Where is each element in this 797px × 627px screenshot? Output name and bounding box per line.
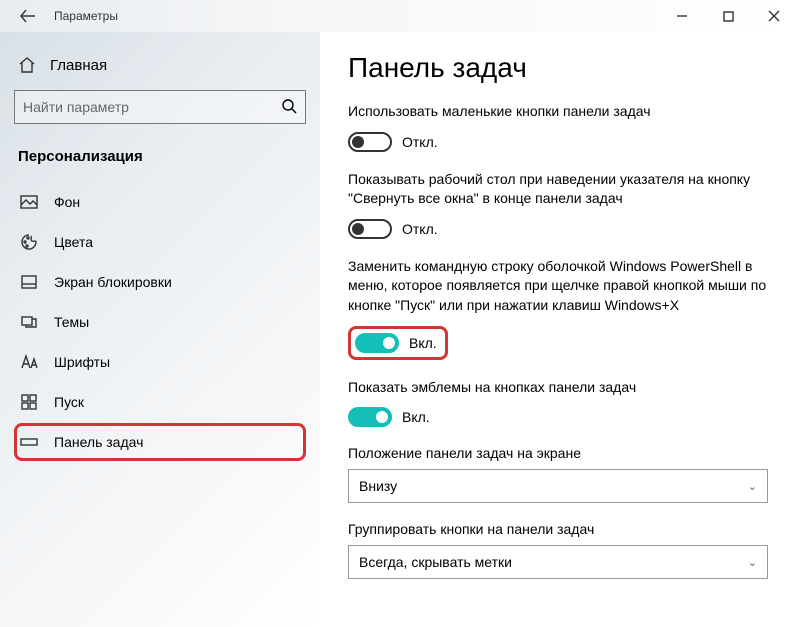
search-box[interactable] xyxy=(14,90,306,124)
content-area: Главная Персонализация Фон xyxy=(0,32,797,627)
minimize-button[interactable] xyxy=(659,0,705,32)
sidebar-nav: Фон Цвета Экран блокировки xyxy=(14,183,306,461)
select-value: Внизу xyxy=(359,478,397,494)
maximize-button[interactable] xyxy=(705,0,751,32)
window-title: Параметры xyxy=(54,9,118,23)
setting-label: Заменить командную строку оболочкой Wind… xyxy=(348,257,768,316)
sidebar-item-label: Шрифты xyxy=(54,354,110,370)
sidebar-home[interactable]: Главная xyxy=(14,50,306,84)
toggle-peek-desktop[interactable] xyxy=(348,219,392,239)
sidebar-item-lockscreen[interactable]: Экран блокировки xyxy=(14,263,306,301)
main-panel: Панель задач Использовать маленькие кноп… xyxy=(320,32,797,627)
taskbar-icon xyxy=(20,433,38,451)
sidebar-item-start[interactable]: Пуск xyxy=(14,383,306,421)
setting-group-buttons: Группировать кнопки на панели задач Всег… xyxy=(348,521,787,579)
search-input[interactable] xyxy=(23,99,281,115)
toggle-small-buttons[interactable] xyxy=(348,132,392,152)
sidebar: Главная Персонализация Фон xyxy=(0,32,320,627)
toggle-state: Вкл. xyxy=(402,409,430,425)
home-icon xyxy=(18,56,36,74)
page-title: Панель задач xyxy=(348,52,787,84)
titlebar: Параметры xyxy=(0,0,797,32)
sidebar-item-label: Пуск xyxy=(54,394,84,410)
palette-icon xyxy=(20,233,38,251)
sidebar-category: Персонализация xyxy=(14,144,306,177)
setting-peek-desktop: Показывать рабочий стол при наведении ук… xyxy=(348,170,787,239)
setting-taskbar-position: Положение панели задач на экране Внизу ⌄ xyxy=(348,445,787,503)
sidebar-item-colors[interactable]: Цвета xyxy=(14,223,306,261)
back-button[interactable] xyxy=(12,0,44,32)
select-label: Положение панели задач на экране xyxy=(348,445,787,461)
themes-icon xyxy=(20,313,38,331)
setting-badges: Показать эмблемы на кнопках панели задач… xyxy=(348,378,787,428)
select-value: Всегда, скрывать метки xyxy=(359,554,512,570)
select-label: Группировать кнопки на панели задач xyxy=(348,521,787,537)
setting-label: Использовать маленькие кнопки панели зад… xyxy=(348,102,768,122)
toggle-powershell[interactable] xyxy=(355,333,399,353)
sidebar-item-label: Фон xyxy=(54,194,80,210)
sidebar-item-label: Панель задач xyxy=(54,434,143,450)
close-button[interactable] xyxy=(751,0,797,32)
chevron-down-icon: ⌄ xyxy=(748,480,757,493)
sidebar-item-fonts[interactable]: Шрифты xyxy=(14,343,306,381)
sidebar-item-label: Темы xyxy=(54,314,89,330)
toggle-state: Откл. xyxy=(402,221,438,237)
picture-icon xyxy=(20,193,38,211)
setting-small-buttons: Использовать маленькие кнопки панели зад… xyxy=(348,102,787,152)
setting-label: Показывать рабочий стол при наведении ук… xyxy=(348,170,768,209)
sidebar-item-label: Экран блокировки xyxy=(54,274,172,290)
setting-label: Показать эмблемы на кнопках панели задач xyxy=(348,378,768,398)
lockscreen-icon xyxy=(20,273,38,291)
chevron-down-icon: ⌄ xyxy=(748,556,757,569)
sidebar-item-taskbar[interactable]: Панель задач xyxy=(14,423,306,461)
toggle-state: Откл. xyxy=(402,134,438,150)
toggle-state: Вкл. xyxy=(409,335,437,351)
select-group-buttons[interactable]: Всегда, скрывать метки ⌄ xyxy=(348,545,768,579)
sidebar-item-background[interactable]: Фон xyxy=(14,183,306,221)
toggle-badges[interactable] xyxy=(348,407,392,427)
setting-powershell: Заменить командную строку оболочкой Wind… xyxy=(348,257,787,360)
search-icon xyxy=(281,98,297,117)
sidebar-item-themes[interactable]: Темы xyxy=(14,303,306,341)
settings-window: Параметры Главная Пер xyxy=(0,0,797,627)
start-icon xyxy=(20,393,38,411)
fonts-icon xyxy=(20,353,38,371)
select-taskbar-position[interactable]: Внизу ⌄ xyxy=(348,469,768,503)
sidebar-home-label: Главная xyxy=(50,57,107,74)
sidebar-item-label: Цвета xyxy=(54,234,93,250)
